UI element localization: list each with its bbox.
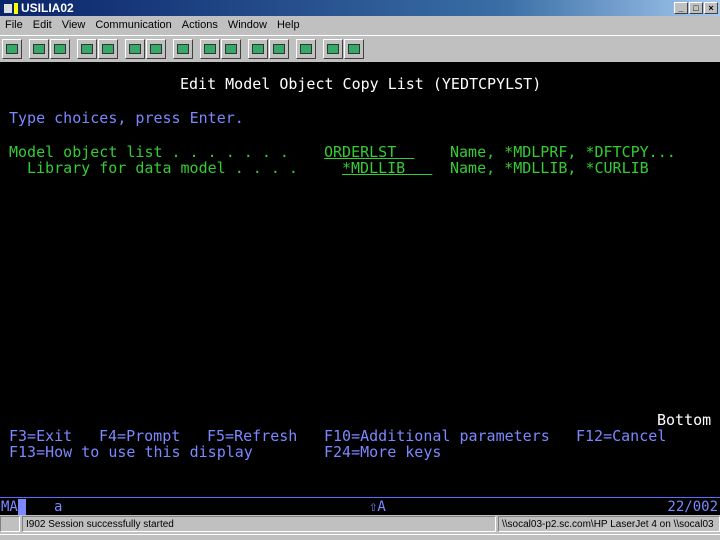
screen-title: Edit Model Object Copy List (YEDTCPYLST) <box>180 75 542 93</box>
printer-info: \\socal03-p2.sc.com\HP LaserJet 4 on \\s… <box>498 516 720 532</box>
stop-macro-button[interactable] <box>221 38 241 59</box>
keyboard-button[interactable] <box>173 38 193 59</box>
taskbar <box>0 534 720 540</box>
oia-mode: MA <box>1 499 18 515</box>
clipboard-icon <box>300 43 312 54</box>
library-input[interactable]: *MDLLIB <box>342 160 432 177</box>
menu-communication[interactable]: Communication <box>90 16 176 34</box>
copy-button[interactable] <box>29 38 49 59</box>
screen2-button[interactable] <box>146 38 166 59</box>
app-icon <box>4 4 12 13</box>
edit-icon <box>348 43 360 54</box>
maximize-button[interactable]: □ <box>689 2 703 14</box>
copy-icon <box>33 43 45 54</box>
field-label: Library for data model . . . . <box>27 159 298 177</box>
receive-icon <box>102 43 114 54</box>
edit-button[interactable] <box>344 38 364 59</box>
screen-icon <box>129 43 141 54</box>
menu-help[interactable]: Help <box>272 16 305 34</box>
toolbar <box>0 35 720 61</box>
display-button[interactable] <box>2 38 22 59</box>
record-macro-button[interactable] <box>200 38 220 59</box>
send-button[interactable] <box>77 38 97 59</box>
menu-actions[interactable]: Actions <box>177 16 223 34</box>
operator-info-area: MA a ⇧A 22/002 <box>0 497 720 515</box>
connection-icon <box>0 516 20 532</box>
globe-button[interactable] <box>323 38 343 59</box>
globe-icon <box>327 43 339 54</box>
screen-button[interactable] <box>125 38 145 59</box>
fkey-f12[interactable]: F12=Cancel <box>576 428 666 445</box>
window-title: USILIA02 <box>21 1 74 15</box>
record-macro-icon <box>204 43 216 54</box>
menu-edit[interactable]: Edit <box>28 16 57 34</box>
stop-macro-icon <box>225 43 237 54</box>
cursor-indicator <box>18 499 26 515</box>
screen2-icon <box>150 43 162 54</box>
paste-button[interactable] <box>50 38 70 59</box>
fkey-f24[interactable]: F24=More keys <box>324 444 441 461</box>
field-hint: Name, *MDLLIB, *CURLIB <box>450 159 649 177</box>
lock-icon <box>14 3 18 14</box>
status-message: I902 Session successfully started <box>22 516 496 532</box>
pause-macro-icon <box>273 43 285 54</box>
fkey-f13[interactable]: F13=How to use this display <box>9 444 253 461</box>
title-bar: USILIA02 _ □ × <box>0 0 720 16</box>
play-macro-icon <box>252 43 264 54</box>
paste-icon <box>54 43 66 54</box>
send-icon <box>81 43 93 54</box>
close-button[interactable]: × <box>704 2 718 14</box>
oia-shift: ⇧A <box>369 499 386 515</box>
menu-file[interactable]: File <box>0 16 28 34</box>
pause-macro-button[interactable] <box>269 38 289 59</box>
display-icon <box>6 43 18 54</box>
menu-view[interactable]: View <box>57 16 91 34</box>
receive-button[interactable] <box>98 38 118 59</box>
keyboard-icon <box>177 43 189 54</box>
status-bar: I902 Session successfully started \\soca… <box>0 515 720 533</box>
instruction-text: Type choices, press Enter. <box>9 109 244 127</box>
menu-bar: File Edit View Communication Actions Win… <box>0 16 720 34</box>
clipboard-button[interactable] <box>296 38 316 59</box>
terminal-screen[interactable]: Edit Model Object Copy List (YEDTCPYLST)… <box>0 62 720 497</box>
minimize-button[interactable]: _ <box>674 2 688 14</box>
oia-a: a <box>54 499 63 515</box>
cursor-position: 22/002 <box>667 499 718 515</box>
menu-window[interactable]: Window <box>223 16 272 34</box>
play-macro-button[interactable] <box>248 38 268 59</box>
